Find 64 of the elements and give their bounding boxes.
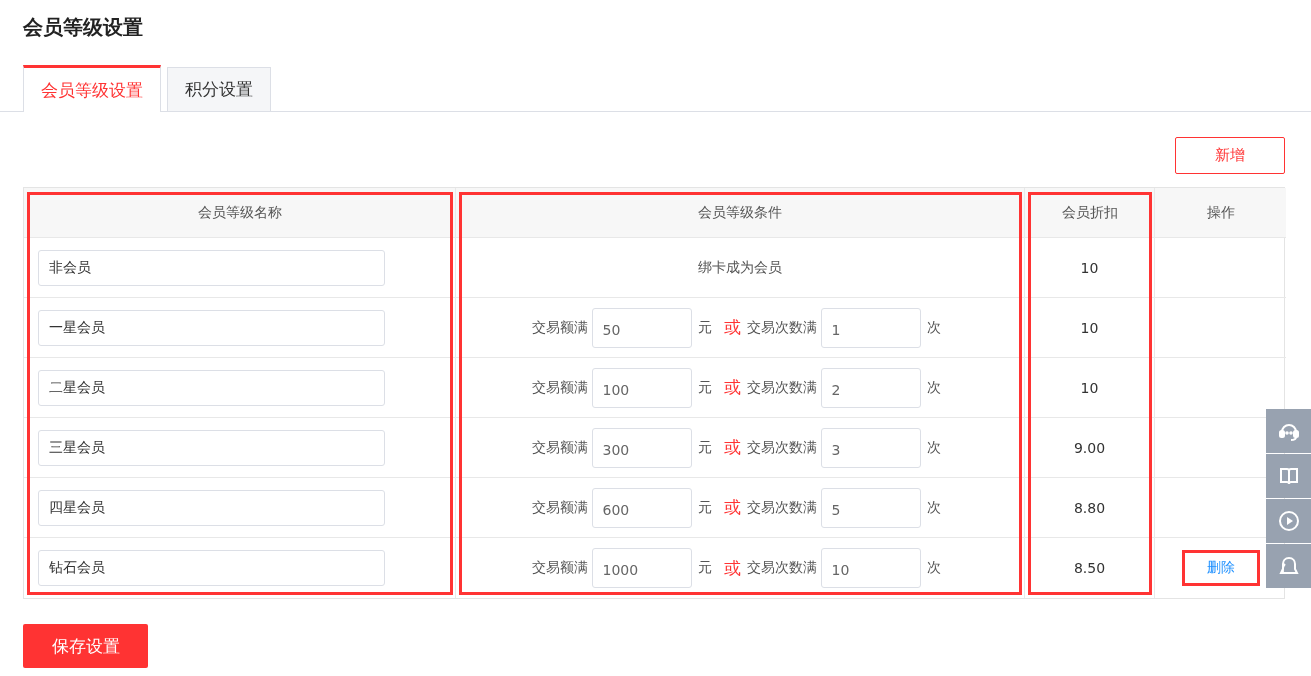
amount-unit: 元	[697, 318, 712, 337]
level-name-field[interactable]: 三星会员	[38, 429, 385, 466]
count-label: 交易次数满	[746, 378, 817, 397]
bell-icon	[1277, 555, 1300, 577]
count-field[interactable]: 2	[820, 367, 921, 408]
count-field[interactable]: 1	[820, 307, 921, 348]
amount-field[interactable]: 600	[591, 487, 692, 528]
side-tool-button[interactable]	[1266, 499, 1311, 543]
amount-field[interactable]: 1000	[591, 548, 692, 588]
discount-value: 10	[1080, 259, 1099, 276]
delete-link[interactable]: 删除	[1206, 559, 1235, 575]
amount-label: 交易额满	[531, 559, 588, 577]
amount-field[interactable]: 300	[591, 427, 692, 468]
column-header: 会员等级名称	[24, 188, 456, 238]
amount-label: 交易额满	[531, 318, 588, 337]
count-unit: 次	[926, 559, 941, 577]
discount-value: 10	[1080, 319, 1099, 336]
side-tool-button[interactable]	[1266, 409, 1311, 453]
or-label: 或	[723, 376, 741, 399]
or-label: 或	[723, 316, 741, 339]
level-name-field[interactable]: 二星会员	[38, 369, 385, 406]
amount-unit: 元	[697, 559, 712, 577]
count-field[interactable]: 3	[820, 427, 921, 468]
side-tool-button[interactable]	[1266, 544, 1311, 588]
count-unit: 次	[926, 318, 941, 337]
level-name-field[interactable]: 一星会员	[38, 309, 385, 346]
level-name-field[interactable]: 钻石会员	[38, 550, 385, 586]
side-tool-button[interactable]	[1266, 454, 1311, 498]
count-unit: 次	[926, 378, 941, 397]
amount-field[interactable]: 100	[591, 367, 692, 408]
count-label: 交易次数满	[746, 318, 817, 337]
count-field[interactable]: 10	[820, 548, 921, 588]
level-name-field[interactable]: 非会员	[38, 249, 385, 286]
tab[interactable]: 积分设置	[167, 67, 271, 111]
count-label: 交易次数满	[746, 559, 817, 577]
amount-label: 交易额满	[531, 438, 588, 457]
count-label: 交易次数满	[746, 498, 817, 517]
amount-field[interactable]: 50	[591, 307, 692, 348]
amount-label: 交易额满	[531, 378, 588, 397]
or-label: 或	[723, 556, 741, 580]
book-icon	[1277, 465, 1300, 487]
level-name-field[interactable]: 四星会员	[38, 489, 385, 526]
count-field[interactable]: 5	[820, 487, 921, 528]
amount-label: 交易额满	[531, 498, 588, 517]
or-label: 或	[723, 436, 741, 459]
condition-text: 绑卡成为会员	[698, 258, 782, 277]
add-button[interactable]: 新增	[1175, 137, 1285, 174]
count-unit: 次	[926, 438, 941, 457]
discount-value: 8.80	[1073, 499, 1106, 516]
column-header: 会员等级条件	[456, 188, 1025, 238]
count-label: 交易次数满	[746, 438, 817, 457]
amount-unit: 元	[697, 498, 712, 517]
tab[interactable]: 会员等级设置	[23, 65, 161, 112]
or-label: 或	[723, 496, 741, 519]
amount-unit: 元	[697, 378, 712, 397]
discount-value: 9.00	[1073, 439, 1106, 456]
discount-value: 8.50	[1073, 560, 1106, 576]
amount-unit: 元	[697, 438, 712, 457]
discount-value: 10	[1080, 379, 1099, 396]
play-icon	[1277, 510, 1300, 532]
count-unit: 次	[926, 498, 941, 517]
column-header: 操作	[1155, 188, 1286, 238]
save-button[interactable]: 保存设置	[23, 624, 148, 668]
page-title: 会员等级设置	[23, 14, 143, 41]
